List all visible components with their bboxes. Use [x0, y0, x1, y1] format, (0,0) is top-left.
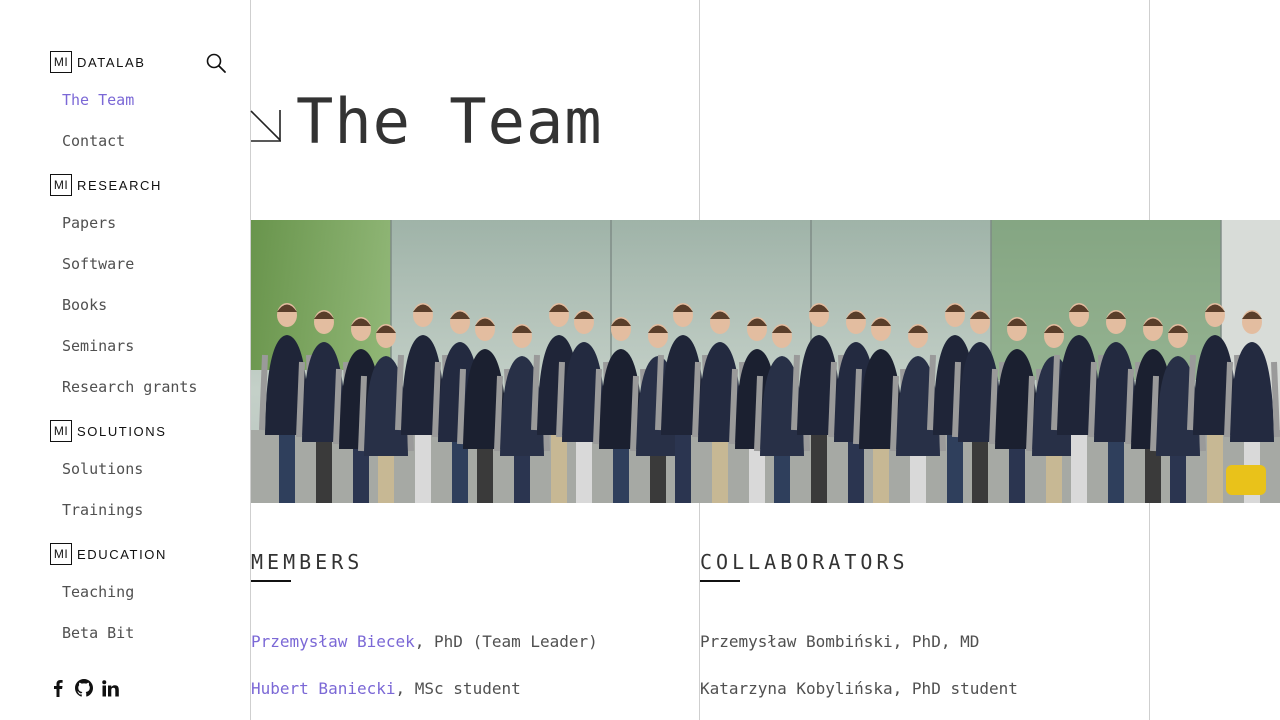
sidebar-item-seminars[interactable]: Seminars — [62, 337, 134, 355]
brand-education[interactable]: MI EDUCATION — [50, 542, 167, 566]
member-row: Hubert Baniecki, MSc student — [251, 679, 521, 699]
sidebar-item-the-team[interactable]: The Team — [62, 91, 134, 109]
brand-name: DATALAB — [77, 54, 146, 70]
brand-name: EDUCATION — [77, 546, 167, 562]
sidebar-item-books[interactable]: Books — [62, 296, 107, 314]
sidebar: MI DATALAB The Team Contact MI RESEARCH … — [0, 0, 250, 720]
members-heading: MEMBERS — [251, 550, 364, 574]
github-icon[interactable] — [74, 678, 94, 698]
search-icon[interactable] — [205, 52, 227, 74]
sidebar-item-papers[interactable]: Papers — [62, 214, 116, 232]
collaborators-heading: COLLABORATORS — [700, 550, 909, 574]
page-title: The Team — [296, 85, 603, 158]
member-row: Przemysław Biecek, PhD (Team Leader) — [251, 632, 598, 652]
team-photo — [251, 220, 1280, 503]
brand-name: RESEARCH — [77, 177, 163, 193]
sidebar-item-contact[interactable]: Contact — [62, 132, 125, 150]
sidebar-item-research-grants[interactable]: Research grants — [62, 378, 197, 396]
brand-logo-mark: MI — [50, 543, 72, 565]
member-role: , MSc student — [395, 679, 521, 698]
brand-research[interactable]: MI RESEARCH — [50, 173, 162, 197]
brand-logo-mark: MI — [50, 51, 72, 73]
sidebar-item-software[interactable]: Software — [62, 255, 134, 273]
collaborator-row: Przemysław Bombiński, PhD, MD — [700, 632, 980, 651]
collaborators-underline — [700, 580, 740, 582]
brand-datalab[interactable]: MI DATALAB — [50, 50, 146, 74]
sidebar-item-teaching[interactable]: Teaching — [62, 583, 134, 601]
sidebar-item-trainings[interactable]: Trainings — [62, 501, 143, 519]
social-links — [48, 678, 126, 698]
arrow-down-right-icon — [250, 106, 284, 148]
collaborator-row: Katarzyna Kobylińska, PhD student — [700, 679, 1018, 698]
sidebar-item-beta-bit[interactable]: Beta Bit — [62, 624, 134, 642]
member-role: , PhD (Team Leader) — [414, 632, 598, 651]
facebook-icon[interactable] — [48, 678, 68, 698]
brand-logo-mark: MI — [50, 174, 72, 196]
brand-name: SOLUTIONS — [77, 423, 167, 439]
member-link[interactable]: Przemysław Biecek — [251, 632, 415, 651]
sidebar-item-solutions[interactable]: Solutions — [62, 460, 143, 478]
members-underline — [251, 580, 291, 582]
brand-solutions[interactable]: MI SOLUTIONS — [50, 419, 167, 443]
linkedin-icon[interactable] — [100, 678, 120, 698]
member-link[interactable]: Hubert Baniecki — [251, 679, 396, 698]
brand-logo-mark: MI — [50, 420, 72, 442]
